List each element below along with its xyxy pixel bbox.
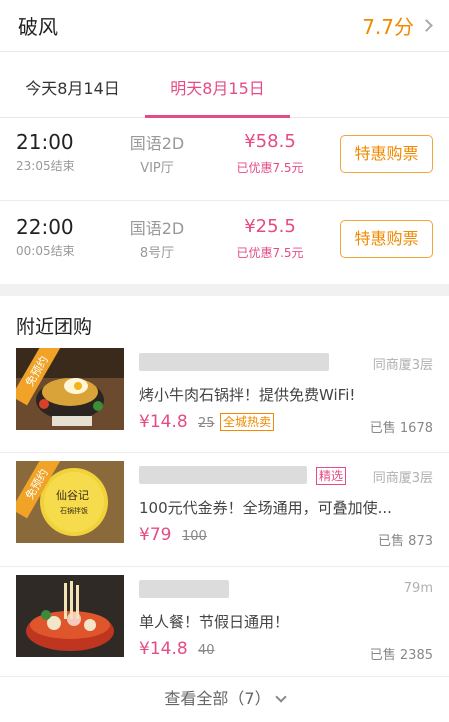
deal-merchant-name-blurred bbox=[139, 580, 229, 598]
deal-distance: 同商厦3层 bbox=[372, 471, 433, 486]
showtime-row[interactable]: 21:00 23:05结束 国语2D VIP厅 ¥58.5 已优惠7.5元 特惠… bbox=[0, 120, 449, 200]
section-divider bbox=[0, 284, 449, 296]
deal-price: ¥14.8 bbox=[139, 639, 188, 659]
view-all-label: 查看全部（7） bbox=[164, 689, 271, 708]
deal-sold-count: 已售 873 bbox=[378, 534, 433, 549]
chevron-down-icon bbox=[274, 691, 287, 703]
rating-link[interactable]: 7.7分 bbox=[362, 11, 433, 40]
deal-original-price: 40 bbox=[198, 643, 215, 658]
deal-item[interactable]: 仙谷记 石锅拌饭 免预约 精选 同商厦3层 100元代金券！全场通用，可叠加使.… bbox=[0, 452, 449, 562]
chevron-right-icon bbox=[420, 19, 433, 32]
movie-title: 破风 bbox=[18, 15, 58, 39]
language-format: 国语2D bbox=[129, 219, 185, 238]
buy-ticket-button[interactable]: 特惠购票 bbox=[340, 220, 433, 258]
start-time: 22:00 bbox=[16, 215, 74, 239]
tab-tomorrow[interactable]: 明天8月15日 bbox=[145, 62, 290, 118]
hall-name: VIP厅 bbox=[140, 161, 174, 176]
ticket-price: ¥58.5 bbox=[244, 131, 296, 152]
selected-tag: 精选 bbox=[316, 467, 347, 485]
date-tabs: 今天8月14日 明天8月15日 bbox=[0, 62, 449, 118]
buy-ticket-button[interactable]: 特惠购票 bbox=[340, 135, 433, 173]
deal-item[interactable]: 79m 单人餐！节假日通用！ ¥14.8 40 已售 2385 bbox=[0, 566, 449, 676]
deal-original-price: 25 bbox=[198, 416, 215, 431]
movie-header[interactable]: 破风 7.7分 bbox=[0, 0, 449, 52]
group-section-title: 附近团购 bbox=[16, 316, 93, 338]
end-time: 23:05结束 bbox=[16, 159, 75, 173]
deal-price: ¥79 bbox=[139, 525, 172, 545]
deal-sold-count: 已售 2385 bbox=[369, 648, 433, 663]
deal-description: 烤小牛肉石锅拌！提供免费WiFi! bbox=[139, 386, 356, 404]
deal-merchant-name-blurred bbox=[139, 466, 307, 484]
deal-original-price: 100 bbox=[182, 529, 207, 544]
discount-text: 已优惠7.5元 bbox=[236, 161, 304, 175]
svg-text:仙谷记: 仙谷记 bbox=[56, 489, 89, 502]
deal-item[interactable]: 免预约 同商厦3层 烤小牛肉石锅拌！提供免费WiFi! ¥14.8 25 全城热… bbox=[0, 340, 449, 450]
hall-name: 8号厅 bbox=[139, 246, 175, 261]
deal-thumbnail bbox=[16, 575, 124, 657]
deal-sold-count: 已售 1678 bbox=[369, 421, 433, 436]
deal-thumbnail: 免预约 bbox=[16, 348, 124, 430]
deal-description: 单人餐！节假日通用！ bbox=[139, 613, 290, 631]
deal-merchant-name-blurred bbox=[139, 353, 329, 371]
movie-rating: 7.7分 bbox=[362, 15, 414, 39]
end-time: 00:05结束 bbox=[16, 244, 75, 258]
view-all-button[interactable]: 查看全部（7） bbox=[0, 676, 449, 722]
deal-price: ¥14.8 bbox=[139, 412, 188, 432]
hot-sale-tag: 全城热卖 bbox=[220, 413, 275, 431]
deal-thumbnail: 仙谷记 石锅拌饭 免预约 bbox=[16, 461, 124, 543]
showtime-row[interactable]: 22:00 00:05结束 国语2D 8号厅 ¥25.5 已优惠7.5元 特惠购… bbox=[0, 200, 449, 284]
deal-distance: 79m bbox=[403, 581, 433, 596]
svg-text:石锅拌饭: 石锅拌饭 bbox=[60, 506, 88, 515]
deal-description: 100元代金券！全场通用，可叠加使... bbox=[139, 499, 392, 517]
ticket-price: ¥25.5 bbox=[244, 216, 296, 237]
start-time: 21:00 bbox=[16, 130, 74, 154]
discount-text: 已优惠7.5元 bbox=[236, 246, 304, 260]
tab-today[interactable]: 今天8月14日 bbox=[0, 62, 145, 117]
language-format: 国语2D bbox=[129, 134, 185, 153]
deal-distance: 同商厦3层 bbox=[372, 358, 433, 373]
